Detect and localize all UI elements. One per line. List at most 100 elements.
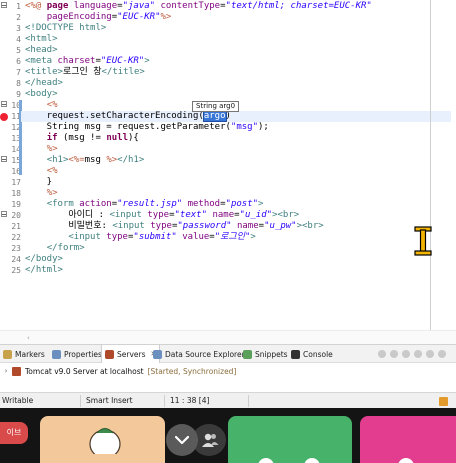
code-token: (msg !=	[57, 133, 107, 143]
code-line[interactable]: }	[25, 177, 52, 188]
code-line[interactable]: <meta charset="EUC-KR">	[25, 56, 150, 67]
selected-text: argo	[202, 110, 227, 122]
snippets-icon	[243, 349, 252, 359]
code-area[interactable]: <%@ page language="java" contentType="te…	[21, 0, 451, 330]
notification-badge[interactable]: 이브	[0, 422, 28, 444]
code-token: >	[250, 232, 256, 242]
code-editor[interactable]: 1 2 3 4 5 6 7 8 9 10 11 12 13 14 15 16 17 18 19 20 21 22 23 24 2…	[0, 0, 456, 330]
expand-chevron-icon[interactable]: ›	[0, 367, 12, 375]
view-toolbar-icon[interactable]	[378, 350, 386, 358]
code-line[interactable]: <%@ page language="java" contentType="te…	[25, 1, 372, 12]
view-tab-console[interactable]: Console	[291, 345, 333, 363]
code-line[interactable]: <%	[25, 166, 58, 177]
code-token: </head>	[25, 78, 63, 88]
code-token: ><br>	[272, 210, 300, 220]
code-token: "java"	[122, 1, 156, 11]
view-toolbar-icon[interactable]	[402, 350, 410, 358]
code-line[interactable]: if (msg != null){	[25, 133, 139, 144]
code-token: "text"	[174, 210, 208, 220]
code-token: "post"	[225, 199, 259, 209]
line-number: 4	[16, 35, 21, 44]
error-marker-icon[interactable]	[0, 113, 8, 121]
code-token: )	[225, 111, 231, 121]
code-line[interactable]: </body>	[25, 254, 63, 265]
code-token: action	[79, 199, 112, 209]
code-line[interactable]: %>	[25, 144, 58, 155]
fold-toggle-icon[interactable]	[1, 101, 7, 107]
code-token: <meta	[25, 56, 58, 66]
line-number: 3	[16, 24, 21, 33]
line-number: 8	[16, 79, 21, 88]
view-tab-servers[interactable]: Servers✕	[101, 345, 161, 363]
code-line[interactable]: %>	[25, 188, 58, 199]
view-tab-label: Servers	[117, 349, 146, 359]
fold-toggle-icon[interactable]	[1, 2, 7, 8]
character-icon	[258, 458, 320, 463]
status-divider	[248, 395, 249, 407]
fold-toggle-icon[interactable]	[1, 156, 7, 162]
code-token: name	[212, 210, 235, 220]
view-toolbar-icon[interactable]	[438, 350, 446, 358]
code-line[interactable]: String msg = request.getParameter("msg")…	[25, 122, 269, 133]
code-line[interactable]: </html>	[25, 265, 63, 276]
line-number: 2	[16, 13, 21, 22]
code-line[interactable]: <h1><%=msg %></h1>	[25, 155, 145, 166]
code-token: <html>	[25, 34, 58, 44]
code-line[interactable]: </form>	[25, 243, 85, 254]
view-toolbar-icon[interactable]	[426, 350, 434, 358]
code-token: value	[182, 232, 210, 242]
code-line[interactable]: 아이디 : <input type="text" name="u_id"><br…	[25, 210, 299, 221]
code-token: "msg"	[230, 122, 258, 132]
view-tab-markers[interactable]: Markers	[3, 345, 45, 363]
view-tab-label: Properties	[64, 349, 102, 359]
code-token: null	[106, 133, 128, 143]
code-line[interactable]: <%	[25, 100, 58, 111]
code-line[interactable]: <title>로그인 창</title>	[25, 67, 145, 78]
code-token: page	[46, 1, 74, 11]
code-line[interactable]: <form action="result.jsp" method="post">	[25, 199, 264, 210]
code-token: %>	[46, 144, 58, 154]
view-tab-label: Data Source Explorer	[165, 349, 245, 359]
code-line[interactable]: <body>	[25, 89, 58, 100]
fold-toggle-icon[interactable]	[1, 211, 7, 217]
code-line[interactable]: 비밀번호: <input type="password" name="u_pw"…	[25, 221, 323, 232]
app-tile[interactable]	[360, 416, 456, 463]
code-token: name	[236, 221, 259, 231]
code-line[interactable]: pageEncoding="EUC-KR"%>	[25, 12, 172, 23]
code-line[interactable]: request.setCharacterEncoding(argo)	[21, 110, 451, 122]
code-token: <!DOCTYPE html>	[25, 23, 107, 33]
code-token: );	[258, 122, 269, 132]
server-list-item[interactable]: › Tomcat v9.0 Server at localhost [Start…	[0, 364, 456, 378]
code-token: <input	[109, 210, 148, 220]
code-line[interactable]: <html>	[25, 34, 58, 45]
server-name: Tomcat v9.0 Server at localhost	[25, 366, 144, 376]
line-number: 20	[11, 211, 21, 220]
view-toolbar-icon[interactable]	[390, 350, 398, 358]
code-token: language	[73, 1, 118, 11]
code-line[interactable]: <!DOCTYPE html>	[25, 23, 106, 34]
app-tile[interactable]	[40, 416, 165, 463]
code-line[interactable]: <head>	[25, 45, 58, 56]
scroll-left-icon[interactable]: ‹	[27, 334, 30, 342]
app-tile[interactable]	[228, 416, 352, 463]
code-line[interactable]: </head>	[25, 78, 63, 89]
progress-icon[interactable]	[439, 397, 448, 406]
horizontal-scrollbar[interactable]: ‹	[0, 330, 456, 344]
people-icon	[202, 433, 219, 447]
parameter-hint-tooltip: String arg0	[192, 101, 240, 112]
collapse-button[interactable]	[166, 424, 198, 456]
view-tab-snippets[interactable]: Snippets	[243, 345, 288, 363]
code-token: "EUC-KR"	[100, 56, 145, 66]
code-line[interactable]: <input type="submit" value="로그인">	[25, 232, 256, 243]
view-tab-data-source-explorer[interactable]: Data Source Explorer	[153, 345, 245, 363]
code-token: <h1>	[46, 155, 69, 165]
code-token: <form	[46, 199, 80, 209]
view-tab-properties[interactable]: Properties	[52, 345, 102, 363]
view-toolbar-icon[interactable]	[414, 350, 422, 358]
view-tab-label: Markers	[15, 349, 45, 359]
line-number: 7	[16, 68, 21, 77]
print-margin	[430, 0, 431, 330]
code-token: %>	[160, 12, 172, 22]
